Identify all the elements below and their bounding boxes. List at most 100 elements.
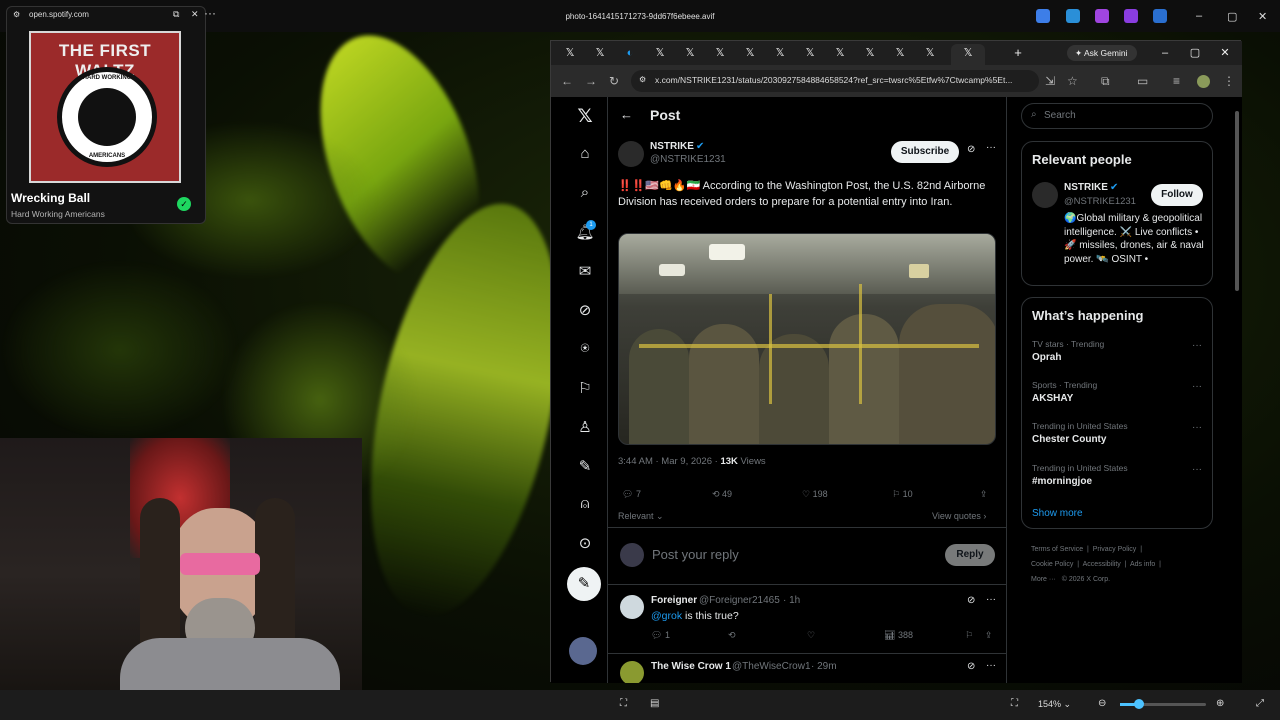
compose-post-button[interactable]: ✎ xyxy=(567,567,601,601)
menu-icon[interactable]: ⋮ xyxy=(1223,74,1235,88)
app-icon[interactable] xyxy=(1124,9,1138,23)
zoom-slider[interactable] xyxy=(1120,699,1206,709)
reply-author[interactable]: The Wise Crow 1 xyxy=(651,661,731,672)
tab-x[interactable]: 𝕏 xyxy=(923,46,937,60)
track-title[interactable]: Wrecking Ball xyxy=(11,191,90,205)
share-icon[interactable]: ⇪ xyxy=(985,630,993,641)
close-icon[interactable]: ✕ xyxy=(1218,46,1232,60)
more-icon[interactable]: ⊙ xyxy=(575,534,595,554)
reply-button[interactable]: Reply xyxy=(945,544,995,566)
author-avatar[interactable] xyxy=(618,141,644,167)
install-icon[interactable]: ⇲ xyxy=(1045,74,1055,88)
tab-x[interactable]: 𝕏 xyxy=(683,46,697,60)
maximize-icon[interactable]: ▢ xyxy=(1188,46,1202,60)
author-handle[interactable]: @NSTRIKE1231 xyxy=(650,154,726,165)
explore-search-icon[interactable]: ⌕ xyxy=(575,184,595,204)
trend-item[interactable]: TV stars · Trending Oprah xyxy=(1032,339,1104,363)
more-options-icon[interactable]: ··· xyxy=(204,6,216,20)
view-quotes-link[interactable]: View quotes › xyxy=(932,511,986,521)
back-to-tab-icon[interactable]: ⧉ xyxy=(173,9,179,20)
grok-icon[interactable]: ⊘ xyxy=(967,595,975,606)
tab-x[interactable]: 𝕏 xyxy=(833,46,847,60)
zoom-level-dropdown[interactable]: 154% ⌄ xyxy=(1038,699,1071,710)
tab-bluesky[interactable]: ◐ xyxy=(623,46,637,60)
scrollbar[interactable] xyxy=(1234,101,1240,681)
search-input[interactable]: ⌕ Search xyxy=(1021,103,1213,129)
ask-gemini-button[interactable]: ✦ Ask Gemini xyxy=(1067,45,1137,61)
tab-x[interactable]: 𝕏 xyxy=(593,46,607,60)
ocr-icon[interactable]: ▤ xyxy=(650,698,659,709)
back-arrow-icon[interactable]: ← xyxy=(620,107,633,122)
tab-x[interactable]: 𝕏 xyxy=(713,46,727,60)
tab-x[interactable]: 𝕏 xyxy=(773,46,787,60)
post-image[interactable] xyxy=(618,233,996,445)
profile-avatar[interactable] xyxy=(1197,75,1210,88)
profile-icon[interactable]: ⍝ xyxy=(575,495,595,515)
tab-x[interactable]: 𝕏 xyxy=(743,46,757,60)
person-name[interactable]: NSTRIKE xyxy=(1064,182,1108,193)
site-info-icon[interactable]: ⚙ xyxy=(639,75,646,84)
bookmark-action[interactable]: ⚐ 10 xyxy=(892,489,913,500)
share-icon[interactable]: ⇪ xyxy=(980,489,988,500)
track-artist[interactable]: Hard Working Americans xyxy=(11,209,105,219)
footer-link[interactable]: Privacy Policy xyxy=(1093,546,1137,553)
grok-icon[interactable]: ⊘ xyxy=(575,301,595,321)
articles-icon[interactable]: ✎ xyxy=(575,457,595,477)
app-icon[interactable] xyxy=(1153,9,1167,23)
more-icon[interactable]: ··· xyxy=(986,660,996,671)
reply-item[interactable]: The Wise Crow 1 @TheWiseCrow1 · 29m ⊘ ··… xyxy=(608,655,1006,683)
footer-link[interactable]: Accessibility xyxy=(1083,561,1121,568)
app-icon[interactable] xyxy=(1095,9,1109,23)
saved-check-icon[interactable]: ✓ xyxy=(177,197,191,211)
person-handle[interactable]: @NSTRIKE1231 xyxy=(1064,196,1136,207)
new-tab-icon[interactable]: + xyxy=(1011,46,1025,60)
tab-x[interactable]: 𝕏 xyxy=(653,46,667,60)
jobs-icon[interactable]: ♙ xyxy=(575,418,595,438)
reload-icon[interactable]: ↻ xyxy=(609,74,619,88)
repost-action[interactable]: ⟲ 49 xyxy=(712,489,732,500)
more-icon[interactable]: ··· xyxy=(1192,340,1202,351)
subscribe-button[interactable]: Subscribe xyxy=(891,141,959,163)
more-icon[interactable]: ··· xyxy=(1192,422,1202,433)
account-avatar[interactable] xyxy=(569,637,597,665)
more-icon[interactable]: ··· xyxy=(986,594,996,605)
trend-item[interactable]: Sports · Trending AKSHAY xyxy=(1032,380,1097,404)
notifications-icon[interactable]: 🔔︎ 1 xyxy=(575,220,596,243)
follow-button[interactable]: Follow xyxy=(1151,184,1203,206)
maximize-icon[interactable]: ▢ xyxy=(1227,10,1237,23)
views-action[interactable]: 📊︎ 388 xyxy=(884,630,913,641)
grok-icon[interactable]: ⊘ xyxy=(967,661,975,672)
bookmark-star-icon[interactable]: ☆ xyxy=(1067,74,1078,88)
split-view-icon[interactable]: ▭ xyxy=(1137,74,1148,88)
reply-action[interactable]: 💬︎ 7 xyxy=(622,489,641,500)
back-icon[interactable]: ← xyxy=(561,74,573,88)
footer-link[interactable]: Cookie Policy xyxy=(1031,561,1073,568)
site-settings-icon[interactable]: ⚙ xyxy=(13,10,20,19)
zoom-in-icon[interactable]: ⊕ xyxy=(1216,698,1224,709)
author-name[interactable]: NSTRIKE xyxy=(650,141,694,152)
heart-icon[interactable]: ♡ xyxy=(807,630,815,641)
reply-item[interactable]: Foreigner @Foreigner21465 · 1h ⊘ ··· @gr… xyxy=(608,585,1006,647)
crop-icon[interactable]: ⛶ xyxy=(620,698,627,709)
app-icon[interactable] xyxy=(1066,9,1080,23)
tab-x[interactable]: 𝕏 xyxy=(961,46,975,60)
reply-author[interactable]: Foreigner xyxy=(651,595,697,606)
show-more-link[interactable]: Show more xyxy=(1032,508,1083,519)
reply-input[interactable]: Post your reply xyxy=(652,547,739,562)
home-icon[interactable]: ⌂ xyxy=(575,145,595,165)
tab-x[interactable]: 𝕏 xyxy=(803,46,817,60)
reading-list-icon[interactable]: ≡ xyxy=(1173,74,1180,88)
zoom-out-icon[interactable]: ⊖ xyxy=(1098,698,1106,709)
forward-icon[interactable]: → xyxy=(585,74,597,88)
reply-avatar[interactable] xyxy=(620,595,644,619)
extensions-icon[interactable]: ⧉ xyxy=(1101,74,1110,89)
reply-avatar[interactable] xyxy=(620,661,644,683)
repost-icon[interactable]: ⟲ xyxy=(728,630,736,641)
messages-icon[interactable]: ✉ xyxy=(575,262,595,282)
reply-handle[interactable]: @TheWiseCrow1 xyxy=(732,661,811,672)
footer-link[interactable]: More ··· xyxy=(1031,576,1056,583)
grok-icon[interactable]: ⊘ xyxy=(967,144,975,155)
url-field[interactable]: ⚙ x.com/NSTRIKE1231/status/2030927584884… xyxy=(631,70,1039,92)
trend-item[interactable]: Trending in United States Chester County xyxy=(1032,421,1128,445)
reply-handle[interactable]: @Foreigner21465 xyxy=(699,595,780,606)
